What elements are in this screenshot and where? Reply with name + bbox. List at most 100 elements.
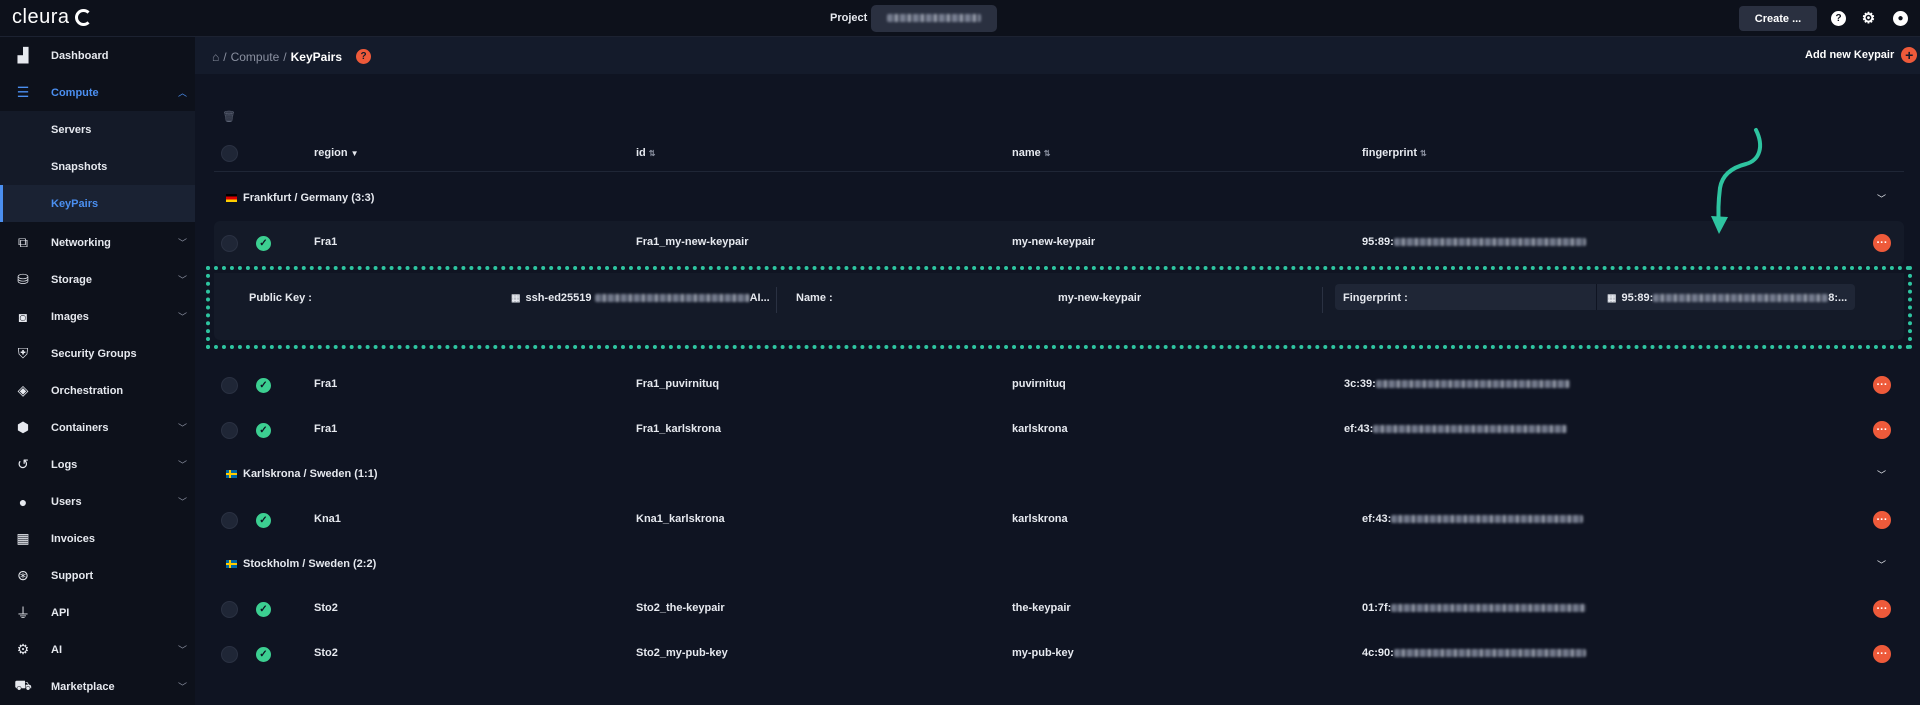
create-button[interactable]: Create ...: [1739, 6, 1817, 31]
sidebar-item-containers[interactable]: ⬢ Containers ﹀: [0, 409, 195, 446]
sidebar-item-label: KeyPairs: [51, 198, 99, 210]
cell-region: Fra1: [314, 378, 338, 390]
chevron-down-icon: ﹀: [178, 682, 188, 692]
trash-icon[interactable]: 🗑: [222, 110, 236, 123]
cell-fingerprint: 4c:90:: [1362, 647, 1586, 659]
column-header-region[interactable]: region ▼: [314, 147, 359, 159]
row-actions-button[interactable]: ···: [1873, 645, 1891, 663]
column-header-name[interactable]: name ⇅: [1012, 147, 1050, 159]
table-row[interactable]: ✓ Fra1 Fra1_my-new-keypair my-new-keypai…: [214, 221, 1904, 265]
cell-name: my-pub-key: [1012, 647, 1074, 659]
row-actions-button[interactable]: ···: [1873, 376, 1891, 394]
sidebar-item-security-groups[interactable]: ⛨ Security Groups: [0, 335, 195, 372]
sidebar-item-marketplace[interactable]: ⛟ Marketplace ﹀: [0, 668, 195, 705]
chevron-down-icon[interactable]: ﹀: [1877, 558, 1886, 571]
row-actions-button[interactable]: ···: [1873, 421, 1891, 439]
sidebar-item-api[interactable]: ⏚ API: [0, 594, 195, 631]
sidebar-item-storage[interactable]: ⛁ Storage ﹀: [0, 261, 195, 298]
fingerprint-prefix: 4c:90:: [1362, 647, 1394, 659]
cell-fingerprint: ef:43:: [1344, 423, 1568, 435]
sidebar-item-compute[interactable]: ☰ Compute ︿: [0, 74, 195, 111]
sidebar-item-label: Support: [51, 569, 94, 582]
sidebar-subitem-keypairs[interactable]: KeyPairs: [0, 185, 195, 222]
table-row[interactable]: ✓ Fra1 Fra1_puvirnituq puvirnituq 3c:39:…: [214, 363, 1904, 407]
breadcrumb-compute[interactable]: Compute: [231, 50, 280, 64]
cell-id: Fra1_my-new-keypair: [636, 236, 749, 248]
help-icon[interactable]: ?: [1831, 11, 1846, 26]
account-icon[interactable]: ●: [1893, 11, 1908, 26]
add-keypair-button[interactable]: Add new Keypair +: [1805, 47, 1918, 63]
sidebar-item-label: Marketplace: [51, 680, 115, 693]
row-actions-button[interactable]: ···: [1873, 600, 1891, 618]
sidebar-item-label: Users: [51, 495, 82, 508]
chevron-down-icon: ﹀: [178, 460, 188, 470]
row-checkbox[interactable]: [221, 512, 238, 529]
sidebar-item-label: Logs: [51, 458, 78, 471]
gear-icon[interactable]: ⚙: [1861, 11, 1876, 26]
row-checkbox[interactable]: [221, 601, 238, 618]
chevron-down-icon: ﹀: [178, 312, 188, 322]
cell-fingerprint: 3c:39:: [1344, 378, 1570, 390]
sidebar-item-label: Servers: [51, 124, 92, 136]
table-row[interactable]: ✓ Sto2 Sto2_the-keypair the-keypair 01:7…: [214, 587, 1904, 631]
cell-id: Fra1_karlskrona: [636, 423, 721, 435]
fingerprint-redacted: [1391, 604, 1587, 613]
row-checkbox[interactable]: [221, 235, 238, 252]
group-frankfurt[interactable]: Frankfurt / Germany (3:3) ﹀: [214, 180, 1904, 216]
sort-icon: ⇅: [1043, 149, 1051, 158]
sidebar-item-dashboard[interactable]: ▟ Dashboard: [0, 37, 195, 74]
user-icon: ●: [18, 493, 28, 510]
group-label: Frankfurt / Germany (3:3): [226, 192, 374, 204]
cell-region: Kna1: [314, 513, 341, 525]
table-row[interactable]: ✓ Sto2 Sto2_my-pub-key my-pub-key 4c:90:…: [214, 632, 1904, 676]
help-icon[interactable]: ?: [356, 49, 372, 64]
row-actions-button[interactable]: ···: [1873, 234, 1891, 252]
status-ok-icon: ✓: [256, 378, 271, 393]
sort-icon: ⇅: [1420, 149, 1427, 158]
box-icon: ⬢: [16, 419, 30, 435]
table-row[interactable]: ✓ Kna1 Kna1_karlskrona karlskrona ef:43:…: [214, 498, 1904, 542]
sidebar-item-networking[interactable]: ⧉ Networking ﹀: [0, 224, 195, 261]
row-checkbox[interactable]: [221, 422, 238, 439]
breadcrumb-separator: /: [223, 49, 227, 64]
lifebuoy-icon: ⊛: [17, 567, 29, 583]
sidebar-item-logs[interactable]: ↺ Logs ﹀: [0, 446, 195, 483]
sidebar-item-label: Networking: [51, 236, 111, 249]
sidebar-item-ai[interactable]: ⚙ AI ﹀: [0, 631, 195, 668]
row-actions-button[interactable]: ···: [1873, 511, 1891, 529]
sidebar-item-images[interactable]: ◙ Images ﹀: [0, 298, 195, 335]
fingerprint-redacted: [1393, 238, 1586, 247]
group-stockholm[interactable]: Stockholm / Sweden (2:2) ﹀: [214, 546, 1904, 582]
home-icon[interactable]: ⌂: [212, 50, 219, 64]
sidebar-item-users[interactable]: ● Users ﹀: [0, 483, 195, 520]
cell-id: Kna1_karlskrona: [636, 513, 725, 525]
row-checkbox[interactable]: [221, 646, 238, 663]
sidebar-item-label: Dashboard: [51, 49, 109, 62]
sidebar-subitem-servers[interactable]: Servers: [0, 111, 195, 148]
sidebar-item-support[interactable]: ⊛ Support: [0, 557, 195, 594]
project-select[interactable]: [871, 5, 997, 32]
column-header-fingerprint[interactable]: fingerprint ⇅: [1362, 147, 1427, 159]
sidebar-item-label: Compute: [51, 86, 99, 99]
flag-germany-icon: [226, 194, 237, 202]
sidebar-item-orchestration[interactable]: ◈ Orchestration: [0, 372, 195, 409]
cell-fingerprint: 01:7f:: [1362, 602, 1587, 614]
row-checkbox[interactable]: [221, 377, 238, 394]
column-header-id[interactable]: id ⇅: [636, 147, 655, 159]
group-label-text: Karlskrona / Sweden (1:1): [243, 468, 378, 480]
top-bar: cleura Project Create ... ? ⚙ ●: [0, 0, 1920, 37]
chevron-down-icon[interactable]: ﹀: [1877, 468, 1886, 481]
sidebar-subitem-snapshots[interactable]: Snapshots: [0, 148, 195, 185]
chart-icon: ▟: [17, 47, 29, 63]
chevron-down-icon[interactable]: ﹀: [1877, 192, 1886, 205]
table-row[interactable]: ✓ Fra1 Fra1_karlskrona karlskrona ef:43:…: [214, 408, 1904, 452]
sidebar-item-label: AI: [51, 643, 62, 656]
group-karlskrona[interactable]: Karlskrona / Sweden (1:1) ﹀: [214, 456, 1904, 492]
sidebar-item-label: Invoices: [51, 532, 96, 545]
select-all-checkbox[interactable]: [221, 145, 238, 162]
cell-fingerprint: ef:43:: [1362, 513, 1584, 525]
group-label: Karlskrona / Sweden (1:1): [226, 468, 378, 480]
sidebar-item-label: Security Groups: [51, 347, 137, 360]
sidebar-item-invoices[interactable]: ▦ Invoices: [0, 520, 195, 557]
cleura-logo[interactable]: cleura: [12, 6, 93, 29]
